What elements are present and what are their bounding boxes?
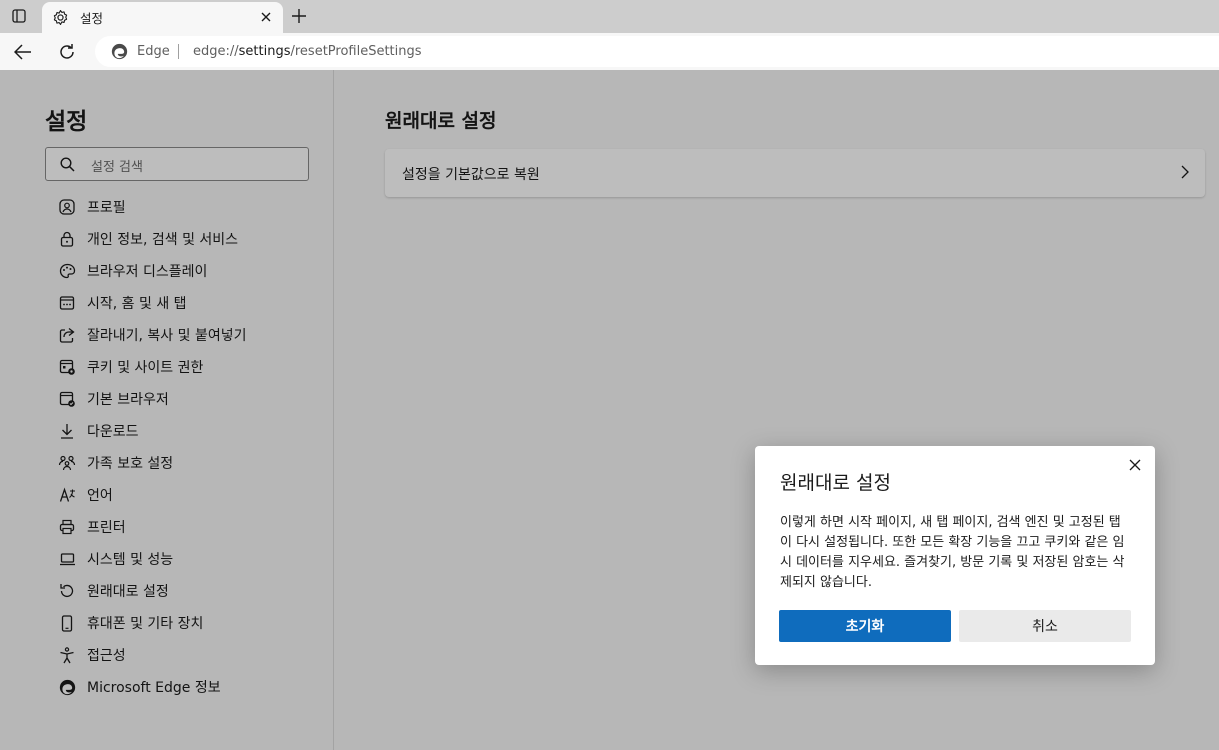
- edge-label: Edge: [137, 44, 170, 59]
- tab-title: 설정: [80, 11, 104, 26]
- gear-icon: [52, 9, 69, 30]
- url-path: /resetProfileSettings: [290, 44, 422, 59]
- url-text: edge://settings/resetProfileSettings: [193, 44, 422, 59]
- edge-logo-icon: [111, 43, 128, 64]
- dialog-body: 이렇게 하면 시작 페이지, 새 탭 페이지, 검색 엔진 및 고정된 탭이 다…: [780, 515, 1125, 590]
- tab-strip: 설정: [0, 0, 1219, 33]
- tab-settings[interactable]: 설정: [42, 2, 283, 33]
- new-tab-button[interactable]: [288, 5, 310, 27]
- close-tab-icon[interactable]: [257, 8, 275, 26]
- address-bar[interactable]: Edge edge://settings/resetProfileSetting…: [95, 36, 1219, 67]
- url-host: settings: [238, 44, 291, 59]
- url-prefix: edge://: [193, 44, 239, 59]
- back-button[interactable]: [10, 39, 36, 65]
- tab-actions-icon[interactable]: [6, 5, 32, 27]
- toolbar: Edge edge://settings/resetProfileSetting…: [0, 33, 1219, 70]
- reset-dialog: 원래대로 설정 이렇게 하면 시작 페이지, 새 탭 페이지, 검색 엔진 및 …: [755, 446, 1155, 665]
- reset-button[interactable]: 초기화: [779, 610, 951, 642]
- close-icon[interactable]: [1125, 455, 1145, 475]
- cancel-button[interactable]: 취소: [959, 610, 1131, 642]
- dialog-title: 원래대로 설정: [780, 472, 891, 494]
- address-separator: [178, 44, 179, 59]
- refresh-button[interactable]: [54, 39, 80, 65]
